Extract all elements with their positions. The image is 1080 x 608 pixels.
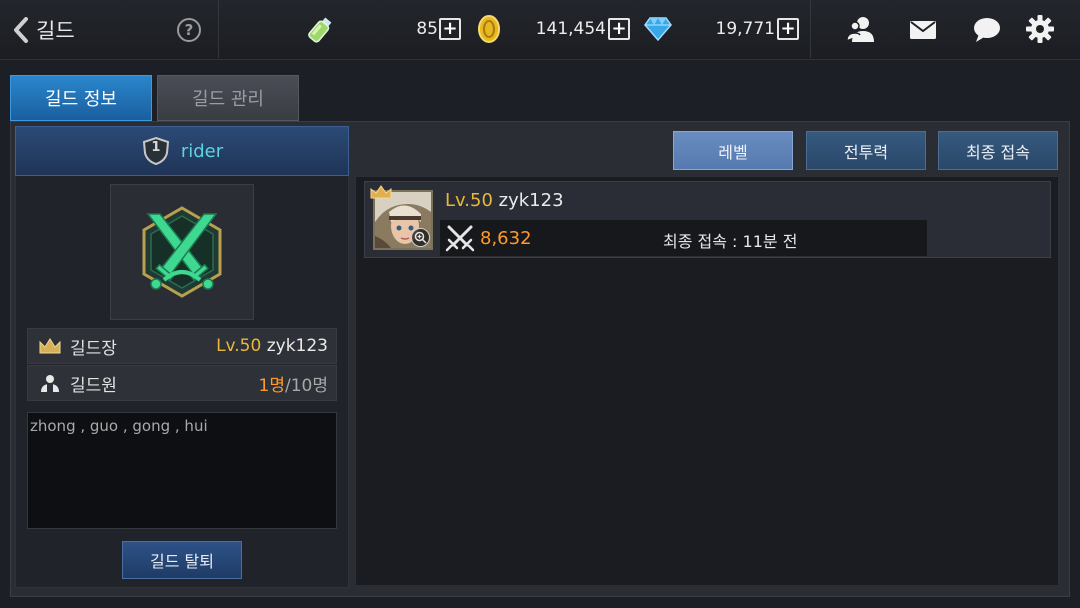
mail-icon[interactable] [909,20,937,40]
tab-guild-info[interactable]: 길드 정보 [10,75,152,121]
help-icon[interactable]: ? [177,18,201,42]
friends-icon[interactable] [846,15,876,43]
divider [218,0,219,58]
guild-rank: 1 [151,140,161,155]
chevron-left-icon [14,17,28,43]
add-gems-button[interactable]: + [777,18,799,40]
add-gold-button[interactable]: + [608,18,630,40]
gear-icon[interactable] [1025,14,1055,44]
guild-master-label: 길드장 [70,338,117,359]
gold-coin-icon [478,15,500,43]
guild-members-value: 1명/10명 [259,371,328,396]
back-button[interactable]: 길드 [12,14,75,46]
crown-icon [370,185,392,199]
guild-master-row: 길드장 Lv.50 zyk123 [27,328,337,364]
add-stamina-button[interactable]: + [439,18,461,40]
leave-guild-button[interactable]: 길드 탈퇴 [122,541,242,579]
tab-guild-manage[interactable]: 길드 관리 [157,75,299,121]
guild-rank-badge: 1 [141,136,171,166]
guild-members-row: 길드원 1명/10명 [27,365,337,401]
crown-icon [39,338,61,354]
top-bar: 길드 ? 85 + 141,454 + 19,771 + [0,0,1080,60]
magnifier-icon [414,231,427,244]
guild-master-level: Lv.50 [216,336,262,356]
guild-header: 1 rider [15,126,349,176]
crossed-swords-emblem-icon [142,206,222,298]
guild-members-max: /10명 [285,375,328,396]
guild-members-count: 1명 [258,375,285,396]
divider [810,0,811,58]
members-icon [41,375,59,392]
crossed-swords-icon [445,225,475,252]
sort-last-login-button[interactable]: 최종 접속 [938,131,1058,170]
member-name-line: Lv.50 zyk123 [445,190,564,211]
page-title: 길드 [36,19,75,43]
gems-value: 19,771 [715,19,775,39]
sort-level-button[interactable]: 레벨 [673,131,793,170]
guild-members-label: 길드원 [70,375,117,396]
member-name: zyk123 [498,190,564,211]
zoom-icon[interactable] [411,228,430,247]
guild-name: rider [180,140,224,162]
guild-description: zhong , guo , gong , hui [27,412,337,529]
chat-icon[interactable] [972,17,1002,43]
guild-master-value: Lv.50 zyk123 [216,336,328,356]
member-power: 8,632 [480,228,532,249]
member-level: Lv.50 [445,190,493,211]
diamond-icon [644,17,672,42]
gold-value: 141,454 [535,19,606,39]
guild-master-name: zyk123 [266,336,328,356]
member-last-login: 최종 접속 : 11분 전 [663,232,798,251]
stamina-value: 85 [416,19,438,39]
guild-emblem[interactable] [110,184,254,320]
sort-power-button[interactable]: 전투력 [806,131,926,170]
potion-icon [308,17,332,43]
